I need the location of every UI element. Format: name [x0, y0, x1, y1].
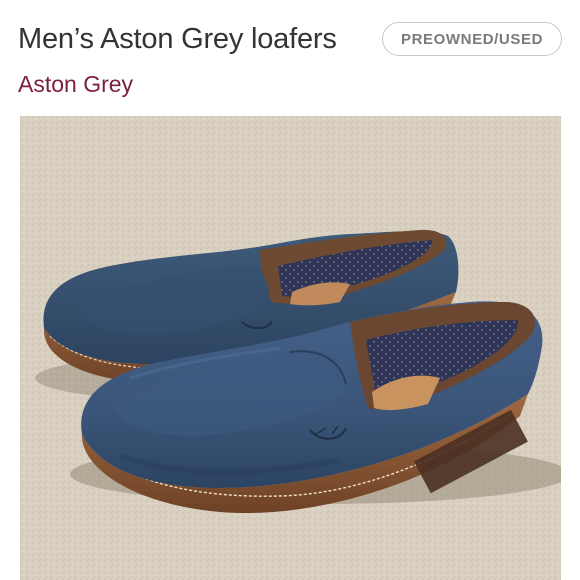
condition-badge[interactable]: PREOWNED/USED: [382, 22, 562, 56]
brand-link[interactable]: Aston Grey: [18, 66, 133, 102]
listing-title: Men’s Aston Grey loafers: [18, 23, 337, 55]
loafers-illustration: [20, 116, 561, 580]
product-photo[interactable]: [20, 116, 561, 580]
listing-card: Men’s Aston Grey loafers PREOWNED/USED A…: [0, 0, 580, 580]
listing-header: Men’s Aston Grey loafers PREOWNED/USED: [18, 16, 562, 64]
